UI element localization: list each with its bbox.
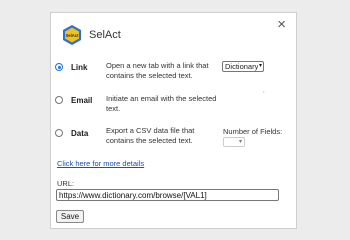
selact-logo-icon: SelAct	[63, 25, 81, 45]
number-of-fields-label: Number of Fields:	[223, 127, 283, 136]
separator-dot: ,	[263, 88, 265, 94]
dictionary-select[interactable]: Dictionary ▾	[222, 61, 264, 72]
option-label-link: Link	[71, 63, 88, 72]
option-label-data: Data	[71, 129, 89, 138]
save-button[interactable]: Save	[56, 210, 84, 223]
radio-link[interactable]	[55, 63, 63, 71]
chevron-down-icon: ▾	[238, 139, 242, 145]
close-icon[interactable]: ×	[277, 17, 286, 33]
radio-data[interactable]	[55, 129, 63, 137]
dictionary-select-value: Dictionary	[225, 62, 259, 71]
details-link[interactable]: Click here for more details	[57, 159, 144, 168]
logo-text: SelAct	[65, 33, 79, 38]
app-title: SelAct	[89, 29, 121, 41]
url-label: URL:	[57, 179, 75, 188]
option-desc-link: Open a new tab with a link that contains…	[106, 61, 209, 80]
option-desc-email: Initiate an email with the selected text…	[106, 94, 217, 113]
number-of-fields-select[interactable]: ▾	[223, 137, 245, 147]
chevron-down-icon: ▾	[257, 62, 262, 71]
radio-email[interactable]	[55, 96, 63, 104]
url-input[interactable]	[56, 189, 279, 201]
selact-dialog: × SelAct SelAct Link Open a new tab with…	[50, 12, 297, 229]
option-label-email: Email	[71, 96, 93, 105]
option-desc-data: Export a CSV data file that contains the…	[106, 126, 195, 145]
